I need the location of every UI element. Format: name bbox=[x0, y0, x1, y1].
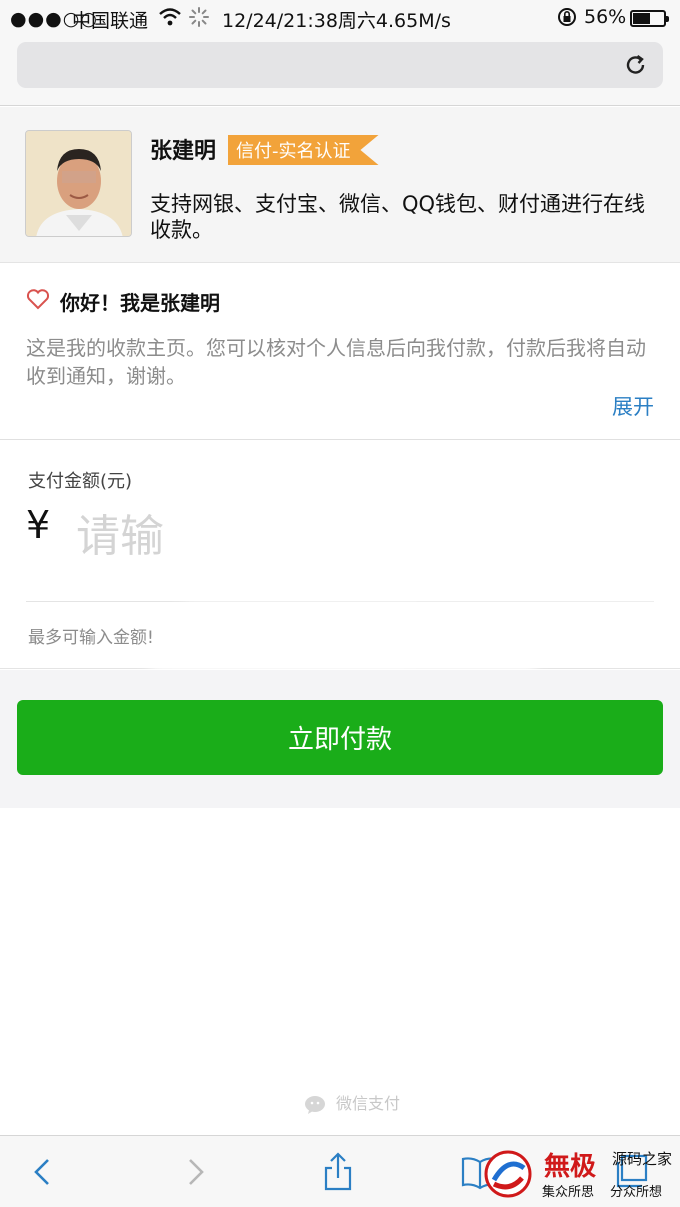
wechat-pay-label: 微信支付 bbox=[336, 1094, 401, 1113]
activity-spinner-icon bbox=[188, 6, 210, 33]
watermark-site: 源码之家 bbox=[612, 1150, 673, 1168]
address-bar[interactable] bbox=[17, 42, 663, 88]
blur-patch bbox=[185, 470, 675, 600]
divider bbox=[26, 601, 654, 602]
wifi-icon bbox=[158, 6, 182, 33]
status-bar: ●●●○○ 中国联通 12/24/21:38周六4.65M/s 56% bbox=[0, 0, 680, 36]
currency-symbol: ¥ bbox=[26, 503, 51, 547]
payee-name: 张建明 bbox=[150, 139, 217, 164]
browser-address-area bbox=[0, 36, 680, 106]
watermark-title: 無极 bbox=[544, 1152, 597, 1182]
greeting-message: 这是我的收款主页。您可以核对个人信息后向我付款，付款后我将自动收到通知，谢谢。 bbox=[26, 336, 646, 388]
orientation-lock-icon bbox=[556, 6, 578, 33]
watermark-slogan-1: 集众所思 bbox=[542, 1185, 595, 1200]
payee-profile: 张建明 信付-实名认证 支持网银、支付宝、微信、QQ钱包、财付通进行在线收款。 bbox=[0, 107, 680, 263]
battery-percent: 56% bbox=[584, 6, 627, 28]
reload-icon[interactable] bbox=[623, 52, 649, 78]
wechat-pay-icon bbox=[304, 1095, 330, 1115]
heart-icon bbox=[26, 288, 50, 310]
share-icon[interactable] bbox=[318, 1152, 358, 1192]
watermark-slogan-2: 分众所想 bbox=[610, 1185, 663, 1200]
watermark: 無极 源码之家 集众所思 分众所想 bbox=[484, 1146, 680, 1202]
watermark-logo-icon bbox=[484, 1150, 532, 1198]
clock-network-speed: 12/24/21:38周六4.65M/s bbox=[222, 10, 451, 32]
pay-now-button[interactable]: 立即付款 bbox=[17, 700, 663, 775]
battery-icon bbox=[630, 10, 669, 27]
blur-patch bbox=[168, 610, 408, 660]
pay-area: 立即付款 bbox=[0, 670, 680, 808]
carrier-name: 中国联通 bbox=[72, 10, 149, 32]
amount-label: 支付金额(元) bbox=[28, 471, 133, 492]
greeting-section: 你好！我是张建明 这是我的收款主页。您可以核对个人信息后向我付款，付款后我将自动… bbox=[0, 264, 680, 440]
avatar bbox=[25, 130, 132, 237]
greeting-title: 你好！我是张建明 bbox=[60, 291, 220, 315]
payee-description: 支持网银、支付宝、微信、QQ钱包、财付通进行在线收款。 bbox=[150, 192, 646, 242]
back-icon[interactable] bbox=[24, 1152, 64, 1192]
expand-link[interactable]: 展开 bbox=[612, 391, 654, 421]
battery-fill bbox=[633, 13, 650, 24]
max-amount-hint: 最多可输入金额! bbox=[28, 628, 154, 648]
forward-icon[interactable] bbox=[176, 1152, 216, 1192]
wechat-pay-footer: 微信支付 bbox=[304, 1090, 400, 1115]
verification-badge: 信付-实名认证 bbox=[228, 135, 379, 165]
